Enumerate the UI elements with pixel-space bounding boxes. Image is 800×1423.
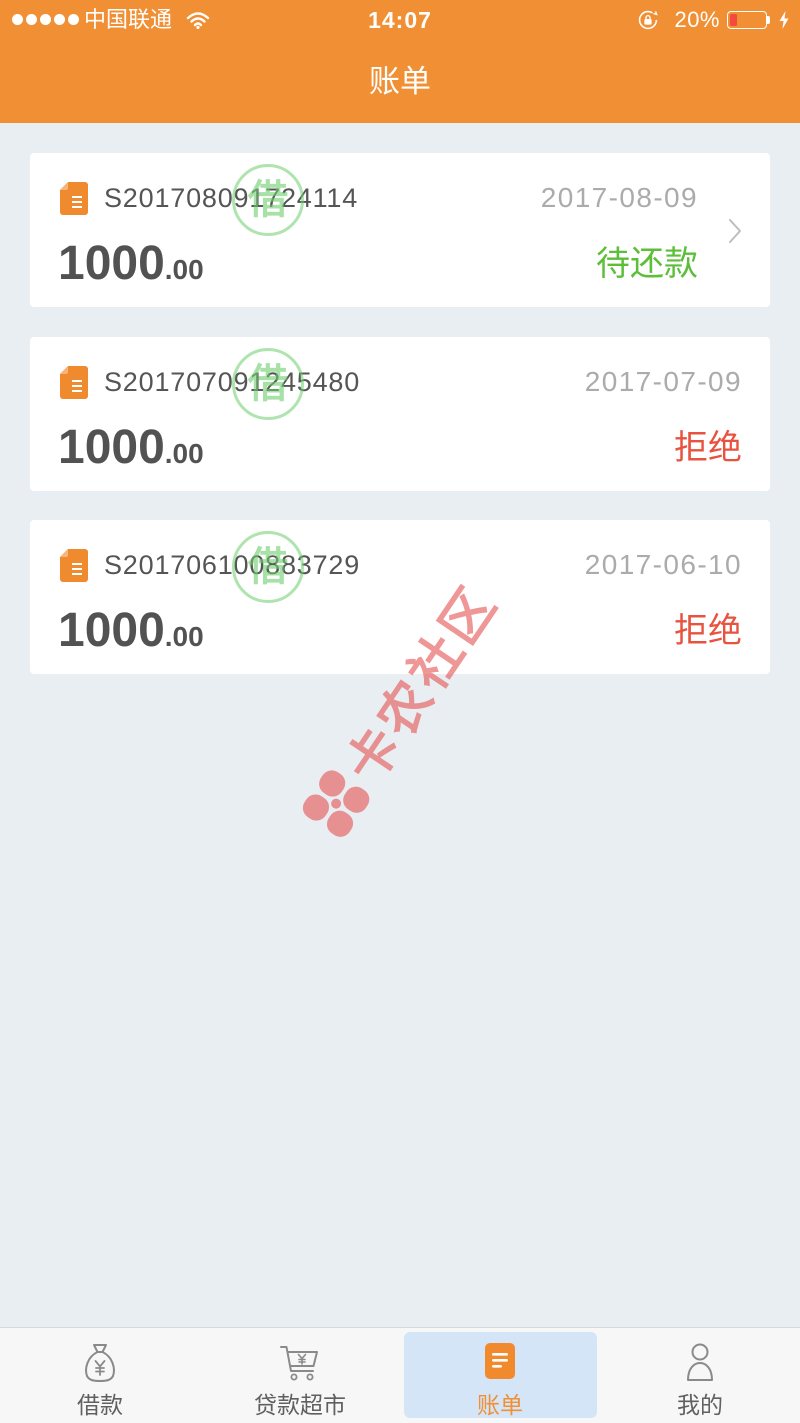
tab-label: 我的: [677, 1392, 723, 1418]
bill-card[interactable]: S201707091245480 2017-07-09 1000.00 拒绝 借: [30, 337, 770, 491]
battery-icon: [727, 11, 767, 29]
bill-date: 2017-07-09: [584, 366, 742, 397]
bill-document-icon: [60, 182, 88, 215]
tab-label: 贷款超市: [254, 1392, 346, 1418]
shopping-cart-icon: [280, 1346, 318, 1381]
status-bar: 中国联通 14:07 20%: [0, 0, 800, 40]
bill-status: 拒绝: [674, 429, 742, 467]
bill-amount-integer: 1000: [58, 421, 165, 474]
app-header: 中国联通 14:07 20% 账单: [0, 0, 800, 123]
bill-amount: 1000.00: [58, 603, 204, 659]
bill-amount-decimal: .00: [164, 621, 204, 652]
bill-amount: 1000.00: [58, 236, 204, 292]
bill-amount: 1000.00: [58, 420, 204, 476]
tab-loan[interactable]: 借款: [0, 1328, 200, 1423]
tab-loan-market[interactable]: 贷款超市: [200, 1328, 400, 1423]
bill-amount-integer: 1000: [58, 237, 165, 290]
battery-fill: [730, 14, 737, 26]
bill-status: 拒绝: [674, 612, 742, 650]
bill-order-number: S201708091724114: [104, 183, 359, 213]
tab-label: 借款: [77, 1392, 123, 1418]
page-title: 账单: [369, 64, 431, 99]
person-icon: [687, 1343, 713, 1381]
bill-date: 2017-06-10: [584, 549, 742, 580]
bill-amount-decimal: .00: [164, 254, 204, 285]
kanong-logo-icon: [302, 770, 369, 837]
bill-order-number: S201706100883729: [104, 550, 361, 580]
battery-percentage: 20%: [674, 7, 720, 32]
bill-card[interactable]: S201708091724114 2017-08-09 1000.00 待还款 …: [30, 153, 770, 307]
rotation-lock-icon: [638, 10, 658, 30]
bill-document-icon: [60, 366, 88, 399]
bill-amount-decimal: .00: [164, 438, 204, 469]
bill-amount-integer: 1000: [58, 604, 165, 657]
tab-bills[interactable]: 账单: [400, 1328, 600, 1423]
bill-order-number: S201707091245480: [104, 367, 361, 397]
money-bag-icon: [85, 1344, 115, 1382]
tab-bar: 借款 贷款超市 账单 我的: [0, 1327, 800, 1423]
bill-date: 2017-08-09: [540, 182, 698, 213]
charging-bolt-icon: [779, 11, 789, 29]
battery-cap: [767, 16, 770, 24]
tab-mine[interactable]: 我的: [600, 1328, 800, 1423]
chevron-right-icon[interactable]: [728, 218, 742, 244]
bill-icon: [485, 1343, 515, 1379]
tab-label: 账单: [477, 1392, 523, 1418]
bill-document-icon: [60, 549, 88, 582]
bill-card[interactable]: S201706100883729 2017-06-10 1000.00 拒绝 借: [30, 520, 770, 674]
bill-status: 待还款: [596, 245, 698, 283]
